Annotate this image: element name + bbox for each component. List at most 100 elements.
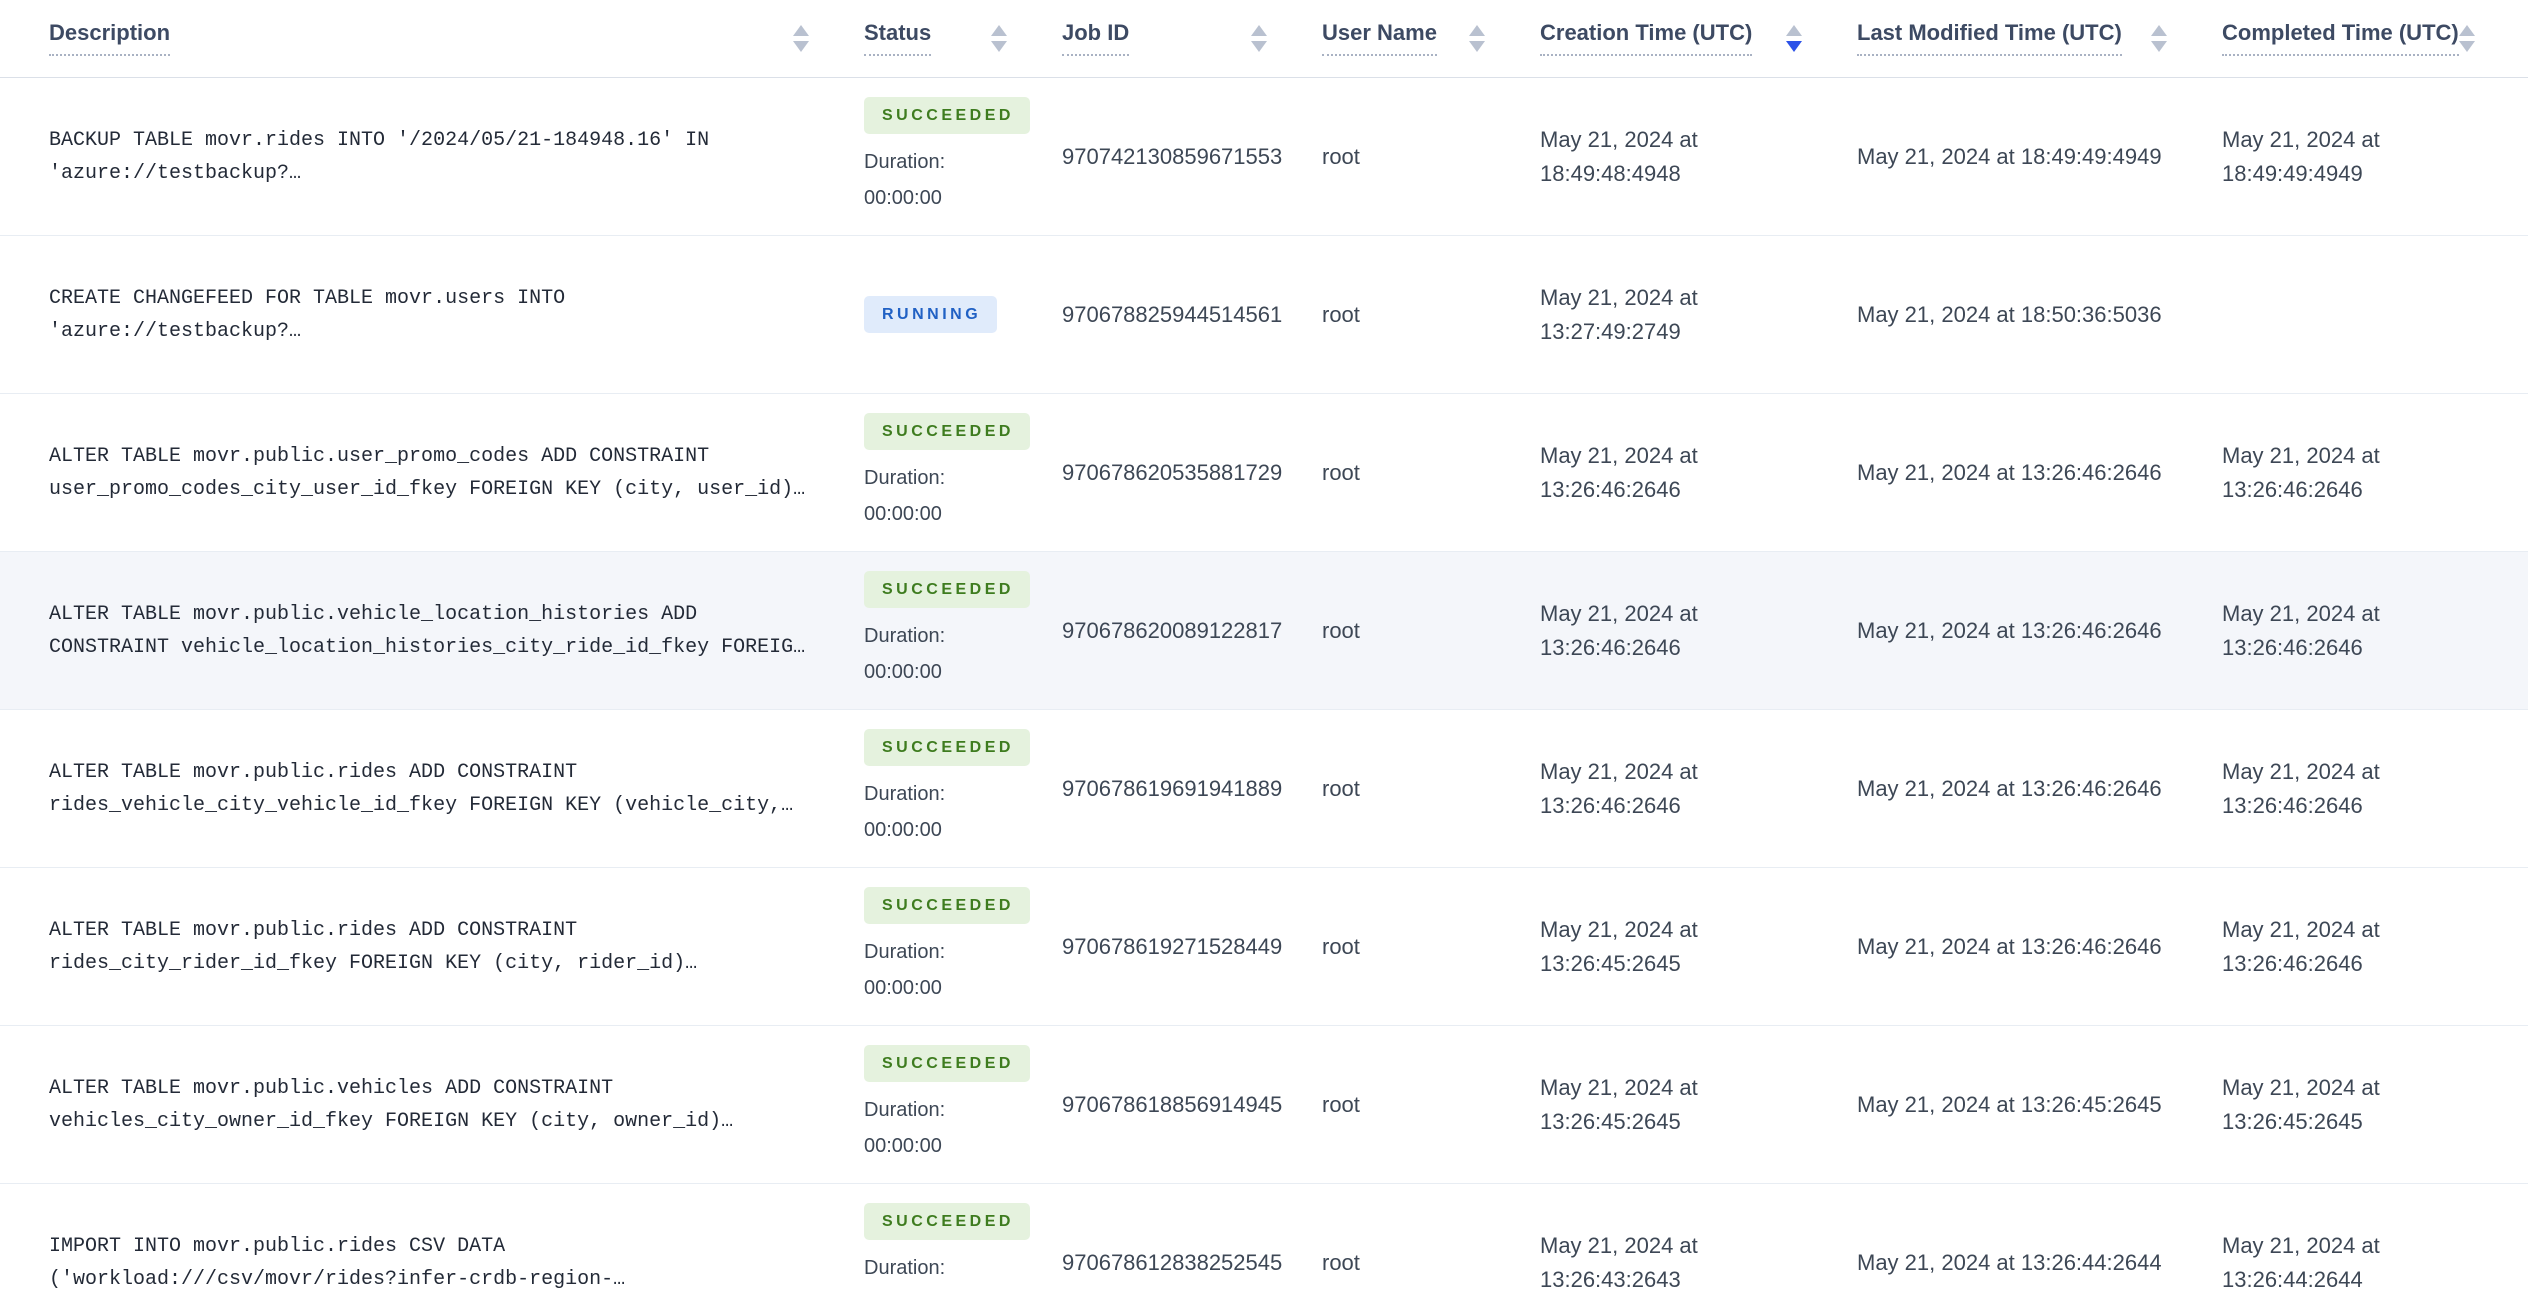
job-description[interactable]: ALTER TABLE movr.public.vehicles ADD CON… bbox=[49, 1026, 864, 1183]
column-header[interactable]: Last Modified Time (UTC) bbox=[1857, 21, 2222, 56]
table-row[interactable]: ALTER TABLE movr.public.vehicle_location… bbox=[0, 552, 2528, 710]
sort-up-arrow-icon bbox=[1251, 25, 1267, 36]
completed-time: May 21, 2024 at 13:26:45:2645 bbox=[2222, 1026, 2528, 1183]
table-row[interactable]: CREATE CHANGEFEED FOR TABLE movr.users I… bbox=[0, 236, 2528, 394]
last-modified-time: May 21, 2024 at 18:49:49:4949 bbox=[1857, 78, 2222, 235]
sort-down-arrow-icon bbox=[1469, 41, 1485, 52]
table-row[interactable]: ALTER TABLE movr.public.rides ADD CONSTR… bbox=[0, 710, 2528, 868]
user-name: root bbox=[1322, 301, 1360, 327]
duration-value: 00:00:00 bbox=[864, 819, 942, 841]
column-header-label: User Name bbox=[1322, 21, 1437, 56]
text-line: May 21, 2024 at bbox=[1540, 126, 1698, 152]
sort-down-arrow-icon bbox=[2151, 41, 2167, 52]
table-row[interactable]: ALTER TABLE movr.public.vehicles ADD CON… bbox=[0, 1026, 2528, 1184]
job-description[interactable]: BACKUP TABLE movr.rides INTO '/2024/05/2… bbox=[49, 78, 864, 235]
creation-time: May 21, 2024 at 13:26:46:2646 bbox=[1540, 710, 1857, 867]
text-line: 13:26:46:2646 bbox=[1540, 634, 1681, 660]
completed-time: May 21, 2024 at 13:26:46:2646 bbox=[2222, 394, 2528, 551]
creation-time: May 21, 2024 at 13:26:43:2643 bbox=[1540, 1184, 1857, 1292]
status-badge: SUCCEEDED bbox=[864, 97, 1030, 134]
creation-time: May 21, 2024 at 13:27:49:2749 bbox=[1540, 236, 1857, 393]
user-name: root bbox=[1322, 1091, 1360, 1117]
completed-time: May 21, 2024 at 13:26:46:2646 bbox=[2222, 868, 2528, 1025]
table-row[interactable]: ALTER TABLE movr.public.user_promo_codes… bbox=[0, 394, 2528, 552]
text-line: May 21, 2024 at bbox=[2222, 916, 2380, 942]
column-header[interactable]: Completed Time (UTC) bbox=[2222, 21, 2528, 56]
job-description[interactable]: CREATE CHANGEFEED FOR TABLE movr.users I… bbox=[49, 236, 864, 393]
table-row[interactable]: ALTER TABLE movr.public.rides ADD CONSTR… bbox=[0, 868, 2528, 1026]
user-name: root bbox=[1322, 143, 1360, 169]
text-line: May 21, 2024 at 13:26:44:2644 bbox=[1857, 1249, 2162, 1275]
job-description[interactable]: IMPORT INTO movr.public.rides CSV DATA ('… bbox=[49, 1184, 864, 1292]
text-line: 13:26:44:2644 bbox=[2222, 1266, 2363, 1292]
text-line: ALTER TABLE movr.public.user_promo_codes… bbox=[49, 444, 710, 468]
duration-label: Duration: bbox=[864, 941, 946, 963]
completed-time bbox=[2222, 236, 2528, 393]
creation-time: May 21, 2024 at 13:26:45:2645 bbox=[1540, 868, 1857, 1025]
job-description[interactable]: ALTER TABLE movr.public.rides ADD CONSTR… bbox=[49, 868, 864, 1025]
text-line: 13:26:46:2646 bbox=[2222, 634, 2363, 660]
column-header[interactable]: Status bbox=[864, 21, 1062, 56]
text-line: IMPORT INTO movr.public.rides CSV DATA bbox=[49, 1234, 506, 1258]
completed-time: May 21, 2024 at 18:49:49:4949 bbox=[2222, 78, 2528, 235]
duration-value: 00:00:00 bbox=[864, 503, 942, 525]
duration-value: 00:00:00 bbox=[864, 661, 942, 683]
column-header[interactable]: Job ID bbox=[1062, 21, 1322, 56]
status-badge: RUNNING bbox=[864, 296, 998, 333]
text-line: May 21, 2024 at bbox=[1540, 600, 1698, 626]
duration-label: Duration: bbox=[864, 783, 946, 805]
job-description[interactable]: ALTER TABLE movr.public.rides ADD CONSTR… bbox=[49, 710, 864, 867]
text-line: CREATE CHANGEFEED FOR TABLE movr.users I… bbox=[49, 286, 566, 310]
duration-label: Duration: bbox=[864, 151, 946, 173]
text-line: user_promo_codes_city_user_id_fkey FOREI… bbox=[49, 477, 806, 501]
text-line: rides_city_rider_id_fkey FOREIGN KEY (ci… bbox=[49, 951, 698, 975]
column-header[interactable]: User Name bbox=[1322, 21, 1540, 56]
text-line: 13:26:46:2646 bbox=[1540, 792, 1681, 818]
duration-label: Duration: bbox=[864, 1257, 946, 1279]
text-line: May 21, 2024 at bbox=[2222, 758, 2380, 784]
job-status-cell: SUCCEEDED Duration: 00:00:00 bbox=[864, 552, 1062, 709]
duration-label: Duration: bbox=[864, 1099, 946, 1121]
job-description[interactable]: ALTER TABLE movr.public.user_promo_codes… bbox=[49, 394, 864, 551]
creation-time: May 21, 2024 at 18:49:48:4948 bbox=[1540, 78, 1857, 235]
text-line: 13:27:49:2749 bbox=[1540, 318, 1681, 344]
column-header-label: Creation Time (UTC) bbox=[1540, 21, 1753, 56]
text-line: CONSTRAINT vehicle_location_histories_ci… bbox=[49, 635, 806, 659]
column-header-label: Job ID bbox=[1062, 21, 1130, 56]
job-id: 970742130859671553 bbox=[1062, 143, 1283, 169]
text-line: May 21, 2024 at 18:50:36:5036 bbox=[1857, 301, 2162, 327]
column-header[interactable]: Creation Time (UTC) bbox=[1540, 21, 1857, 56]
text-line: May 21, 2024 at bbox=[2222, 126, 2380, 152]
column-header[interactable]: Description bbox=[49, 21, 864, 56]
text-line: May 21, 2024 at bbox=[1540, 758, 1698, 784]
sort-icon[interactable] bbox=[1786, 25, 1802, 52]
job-description[interactable]: ALTER TABLE movr.public.vehicle_location… bbox=[49, 552, 864, 709]
text-line: vehicles_city_owner_id_fkey FOREIGN KEY … bbox=[49, 1109, 734, 1133]
duration-value: 00:00:00 bbox=[864, 1135, 942, 1157]
sort-icon[interactable] bbox=[1251, 25, 1267, 52]
table-row[interactable]: IMPORT INTO movr.public.rides CSV DATA ('… bbox=[0, 1184, 2528, 1292]
text-line: 13:26:46:2646 bbox=[2222, 792, 2363, 818]
sort-icon[interactable] bbox=[991, 25, 1007, 52]
job-status-cell: SUCCEEDED Duration: 00:00:00 bbox=[864, 1184, 1062, 1292]
sort-up-arrow-icon bbox=[1786, 25, 1802, 36]
creation-time: May 21, 2024 at 13:26:46:2646 bbox=[1540, 552, 1857, 709]
status-badge: SUCCEEDED bbox=[864, 413, 1030, 450]
text-line: May 21, 2024 at bbox=[2222, 1232, 2380, 1258]
sort-down-arrow-icon bbox=[793, 41, 809, 52]
text-line: 13:26:46:2646 bbox=[1540, 476, 1681, 502]
sort-icon[interactable] bbox=[2458, 25, 2475, 52]
sort-icon[interactable] bbox=[2151, 25, 2167, 52]
table-header: Description Status Job ID User Name Crea… bbox=[0, 0, 2528, 78]
table-body: BACKUP TABLE movr.rides INTO '/2024/05/2… bbox=[0, 78, 2528, 1292]
text-line: ALTER TABLE movr.public.vehicles ADD CON… bbox=[49, 1076, 614, 1100]
sort-icon[interactable] bbox=[1469, 25, 1485, 52]
sort-down-arrow-icon bbox=[2458, 41, 2475, 52]
completed-time: May 21, 2024 at 13:26:46:2646 bbox=[2222, 710, 2528, 867]
table-row[interactable]: BACKUP TABLE movr.rides INTO '/2024/05/2… bbox=[0, 78, 2528, 236]
job-id: 970678620535881729 bbox=[1062, 459, 1283, 485]
text-line: May 21, 2024 at 18:49:49:4949 bbox=[1857, 143, 2162, 169]
completed-time: May 21, 2024 at 13:26:46:2646 bbox=[2222, 552, 2528, 709]
job-status-cell: RUNNING bbox=[864, 236, 1062, 393]
sort-icon[interactable] bbox=[793, 25, 809, 52]
